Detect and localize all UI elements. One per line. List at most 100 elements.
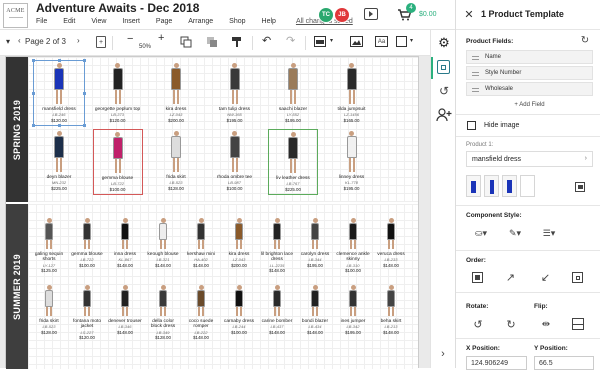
menu-shop[interactable]: Shop	[229, 18, 245, 25]
selection-handle[interactable]	[57, 124, 61, 128]
format-painter-icon[interactable]	[231, 36, 243, 48]
product-card[interactable]: coco suede romper LB-222 $148.00	[184, 283, 218, 343]
product-card[interactable]: galing sequin shorts LY-127 $125.00	[32, 216, 66, 276]
product-card[interactable]: bondi blazer LB-434 $148.00	[298, 283, 332, 337]
zoom-in-icon[interactable]: +	[158, 32, 164, 44]
product-thumb-2[interactable]	[484, 175, 499, 197]
product-card[interactable]: deyn blazer MN-232 $225.00	[34, 129, 84, 193]
field-wholesale[interactable]: Wholesale	[466, 82, 593, 96]
flip-horizontal-icon[interactable]: ⇹	[540, 318, 552, 330]
pen-color-icon[interactable]: ✎▾	[506, 228, 524, 238]
selection-handle[interactable]	[32, 91, 35, 95]
product-card[interactable]: liv leather dress LB-767 $225.00	[268, 129, 318, 196]
menu-edit[interactable]: Edit	[63, 18, 75, 25]
hide-image-checkbox[interactable]	[467, 121, 476, 130]
selection-handle[interactable]	[32, 124, 35, 128]
product-card[interactable]: fontana moto jacket LS-227 $120.00	[70, 283, 104, 343]
product-card[interactable]: carolyn dress LB-344 $195.00	[298, 216, 332, 270]
fill-color-icon[interactable]: ⛀▾	[472, 228, 490, 238]
line-style-icon[interactable]: ☰▾	[540, 228, 558, 238]
image-icon[interactable]	[350, 36, 363, 47]
product-card[interactable]: kira dress LZ-043 $200.00	[222, 216, 256, 270]
menu-page[interactable]: Page	[156, 18, 172, 25]
selection-handle[interactable]	[57, 59, 61, 62]
product-card[interactable]: georgette peplum top LB-373 $120.00	[93, 61, 143, 125]
next-page-icon[interactable]: ›	[77, 36, 80, 45]
zoom-level[interactable]: 50%	[139, 44, 151, 50]
prev-page-icon[interactable]: ‹	[18, 36, 21, 45]
selection-handle[interactable]	[32, 59, 35, 62]
product-card[interactable]: kershaw mini HA-402 $148.00	[184, 216, 218, 270]
layout-dropdown-icon[interactable]: ▾	[330, 37, 333, 44]
product-card[interactable]: mansfield dress LB-246 $120.00	[32, 59, 86, 128]
product-thumb-1[interactable]	[466, 175, 481, 197]
product-card[interactable]: frida skirt LB-523 $128.00	[32, 283, 66, 337]
selection-handle[interactable]	[83, 124, 86, 128]
product-card[interactable]: tam tulip dress NW-365 $195.00	[210, 61, 260, 125]
add-user-icon[interactable]	[436, 108, 452, 122]
template-icon[interactable]	[437, 60, 450, 74]
menu-help[interactable]: Help	[262, 18, 276, 25]
undo-icon[interactable]: ↶	[262, 34, 271, 47]
product-card[interactable]: denever trouser LB-346 $148.00	[108, 283, 142, 337]
redo-icon[interactable]: ↷	[286, 34, 295, 47]
rotate-right-icon[interactable]: ↻	[505, 318, 517, 331]
chevron-down-icon[interactable]: ▾	[6, 37, 10, 46]
history-icon[interactable]: ↺	[437, 84, 451, 98]
shape-icon[interactable]	[396, 36, 407, 47]
product-card[interactable]: veruca dress LB-233 $148.00	[374, 216, 408, 270]
product-card[interactable]: frida skirt LB-523 $128.00	[151, 129, 201, 193]
product-card[interactable]: tilda jumpsuit LZ-1456 $165.00	[327, 61, 377, 125]
bring-front-icon[interactable]	[472, 272, 483, 283]
collapse-panel-icon[interactable]: ›	[438, 348, 448, 360]
product-card[interactable]: gemma blouse LB-722 $100.00	[70, 216, 104, 270]
refresh-icon[interactable]: ↻	[580, 35, 590, 46]
product-card[interactable]: kira dress LZ-043 $200.00	[151, 61, 201, 125]
add-field-button[interactable]: + Add Field	[466, 98, 593, 112]
product-card[interactable]: saachi blazer LY-552 $195.00	[268, 61, 318, 125]
layout-icon[interactable]	[314, 36, 326, 47]
move-down-icon[interactable]: ↙	[540, 272, 551, 284]
app-logo[interactable]: ACME	[3, 3, 28, 28]
product-thumb-3[interactable]	[502, 175, 517, 197]
avatar-jb[interactable]: JB	[334, 7, 350, 23]
add-page-icon[interactable]: +	[96, 36, 106, 48]
field-style-number[interactable]: Style Number	[466, 66, 593, 80]
image-replace-icon[interactable]	[575, 182, 585, 192]
zoom-out-icon[interactable]: −	[127, 33, 133, 45]
menu-view[interactable]: View	[91, 18, 106, 25]
product-card[interactable]: linney dress KL-778 $195.00	[327, 129, 377, 193]
menu-file[interactable]: File	[36, 18, 47, 25]
product-card[interactable]: inna dress KL-867 $148.00	[108, 216, 142, 270]
product-card[interactable]: clemence ankle skinny LB-310 $100.00	[336, 216, 370, 276]
product-card[interactable]: beha skirt LB-213 $148.00	[374, 283, 408, 337]
copy-icon[interactable]	[180, 36, 192, 48]
product-card[interactable]: rhoda ombre tee LB-987 $100.00	[210, 129, 260, 193]
field-name[interactable]: Name	[466, 50, 593, 64]
paste-icon[interactable]	[206, 36, 218, 48]
avatar-tc[interactable]: TC	[318, 7, 334, 23]
product-card[interactable]: keough blouse LB-321 $148.00	[146, 216, 180, 270]
product-thumb-empty[interactable]	[520, 175, 535, 197]
product-card[interactable]: della color block dress LB-349 $128.00	[146, 283, 180, 343]
menu-arrange[interactable]: Arrange	[188, 18, 213, 25]
gear-icon[interactable]: ⚙	[437, 35, 451, 50]
send-back-icon[interactable]	[572, 272, 583, 283]
flip-vertical-icon[interactable]	[572, 318, 584, 330]
shape-dropdown-icon[interactable]: ▾	[410, 37, 413, 44]
product-card[interactable]: ines jumper LB-342 $195.00	[336, 283, 370, 337]
selection-handle[interactable]	[83, 59, 86, 62]
rotate-left-icon[interactable]: ↺	[472, 318, 484, 331]
close-icon[interactable]: ✕	[464, 8, 474, 21]
product-card[interactable]: carine bomber LB-437 $148.00	[260, 283, 294, 337]
product-card[interactable]: gemma blouse LB-722 $100.00	[92, 129, 143, 196]
selection-handle[interactable]	[83, 91, 86, 95]
product-select[interactable]: mansfield dress ›	[466, 151, 593, 167]
move-up-icon[interactable]: ↗	[505, 272, 516, 284]
product-card[interactable]: lil brighton lace dress LL-2235 $148.00	[260, 216, 294, 276]
product-card[interactable]: carnaby dress LB-244 $100.00	[222, 283, 256, 337]
menu-insert[interactable]: Insert	[122, 18, 140, 25]
document-title[interactable]: Adventure Awaits - Dec 2018	[36, 1, 199, 15]
present-icon[interactable]	[364, 8, 378, 20]
text-icon[interactable]: Aa	[375, 36, 388, 47]
